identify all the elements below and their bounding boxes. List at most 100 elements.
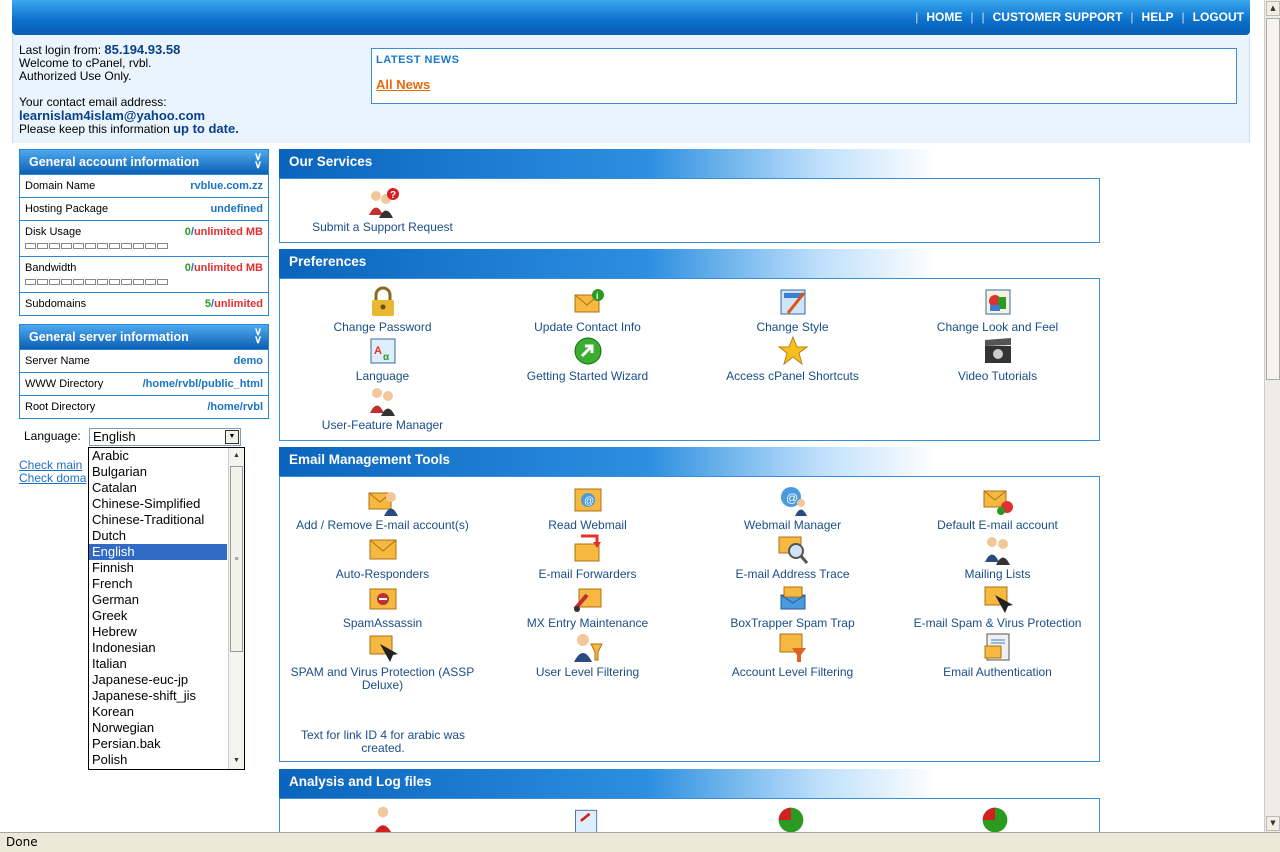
up-to-date-link[interactable]: up to date xyxy=(173,121,235,136)
update-contact-info-item[interactable]: i Update Contact Info xyxy=(485,285,690,334)
language-option[interactable]: Chinese-Simplified xyxy=(89,496,227,512)
default-email-icon xyxy=(983,490,1013,515)
language-option[interactable]: Italian xyxy=(89,656,227,672)
all-news-link[interactable]: All News xyxy=(376,77,430,92)
language-option[interactable]: Dutch xyxy=(89,528,227,544)
spamassassin-item[interactable]: SpamAssassin xyxy=(280,581,485,630)
disk-usage-bar xyxy=(25,243,168,249)
svg-text:A: A xyxy=(374,345,382,357)
submit-support-request-item[interactable]: ? Submit a Support Request xyxy=(280,185,485,234)
dropdown-arrow-icon[interactable]: ▼ xyxy=(225,430,239,444)
wizard-arrow-icon xyxy=(574,337,601,365)
add-remove-email-item[interactable]: Add / Remove E-mail account(s) xyxy=(280,483,485,532)
language-option[interactable]: French xyxy=(89,576,227,592)
account-level-filtering-item[interactable]: Account Level Filtering xyxy=(690,630,895,679)
language-option[interactable]: Korean xyxy=(89,704,227,720)
page-scroll-thumb[interactable] xyxy=(1266,18,1280,380)
last-login-label: Last login from: xyxy=(19,43,102,57)
language-option[interactable]: Catalan xyxy=(89,480,227,496)
scroll-up-arrow-icon[interactable]: ▲ xyxy=(229,448,244,464)
disk-row: Disk Usage 0/unlimited MB xyxy=(20,220,268,256)
email-forwarders-item[interactable]: E-mail Forwarders xyxy=(485,532,690,581)
pie-chart-icon[interactable] xyxy=(978,805,1012,832)
nav-logout-link[interactable]: LOGOUT xyxy=(1193,10,1244,24)
email-authentication-item[interactable]: Email Authentication xyxy=(895,630,1100,679)
webmail-manager-item[interactable]: @ Webmail Manager xyxy=(690,483,895,532)
log-report-icon[interactable] xyxy=(570,805,604,832)
server-name-row: Server Name demo xyxy=(20,349,268,372)
email-address-trace-item[interactable]: E-mail Address Trace xyxy=(690,532,895,581)
language-option-selected[interactable]: English xyxy=(89,544,227,560)
language-option[interactable]: Bulgarian xyxy=(89,464,227,480)
language-option[interactable]: Polish xyxy=(89,752,227,768)
language-option[interactable]: Japanese-shift_jis xyxy=(89,688,227,704)
change-style-item[interactable]: Change Style xyxy=(690,285,895,334)
page-scrollbar[interactable]: ▲ ▼ xyxy=(1264,0,1280,832)
language-option[interactable]: Hebrew xyxy=(89,624,227,640)
dropdown-scrollbar[interactable]: ▲ ≡ ▼ xyxy=(228,448,244,769)
envelope-info-icon: i xyxy=(574,289,604,313)
top-navigation-bar: | HOME | | CUSTOMER SUPPORT | HELP | LOG… xyxy=(12,0,1250,35)
scroll-down-arrow-icon[interactable]: ▼ xyxy=(1266,816,1280,831)
preferences-section: Preferences Change Password i Update Con… xyxy=(279,249,1100,441)
access-shortcuts-item[interactable]: Access cPanel Shortcuts xyxy=(690,334,895,383)
spam-virus-protection-item[interactable]: E-mail Spam & Virus Protection xyxy=(895,581,1100,630)
language-option[interactable]: Arabic xyxy=(89,448,227,464)
language-item[interactable]: Aα Language xyxy=(280,334,485,383)
scroll-thumb[interactable]: ≡ xyxy=(230,466,243,652)
services-section: Our Services ? Submit a Support Request xyxy=(279,149,1100,243)
mx-entry-item[interactable]: MX Entry Maintenance xyxy=(485,581,690,630)
language-dropdown-list[interactable]: Arabic Bulgarian Catalan Chinese-Simplif… xyxy=(88,447,245,770)
nav-home-link[interactable]: HOME xyxy=(926,10,962,24)
getting-started-wizard-item[interactable]: Getting Started Wizard xyxy=(485,334,690,383)
language-option[interactable]: Chinese-Traditional xyxy=(89,512,227,528)
mailing-lists-item[interactable]: Mailing Lists xyxy=(895,532,1100,581)
language-option[interactable]: Norwegian xyxy=(89,720,227,736)
language-option[interactable]: Japanese-euc-jp xyxy=(89,672,227,688)
star-icon xyxy=(777,335,808,366)
hosting-row: Hosting Package undefined xyxy=(20,197,268,220)
language-select[interactable]: English ▼ xyxy=(89,428,241,446)
boxtrapper-item[interactable]: BoxTrapper Spam Trap xyxy=(690,581,895,630)
browser-status-bar: Done xyxy=(0,832,1280,852)
nav-help-link[interactable]: HELP xyxy=(1142,10,1174,24)
language-option[interactable]: Greek xyxy=(89,608,227,624)
subdomains-row: Subdomains 5/unlimited xyxy=(20,292,268,315)
account-info-header[interactable]: General account information ∨ ∨ xyxy=(20,150,268,174)
user-feature-manager-item[interactable]: User-Feature Manager xyxy=(280,383,485,432)
default-email-item[interactable]: Default E-mail account xyxy=(895,483,1100,532)
scroll-down-arrow-icon[interactable]: ▼ xyxy=(229,753,244,769)
check-domain-link[interactable]: Check doma xyxy=(19,472,86,485)
assp-deluxe-item[interactable]: SPAM and Virus Protection (ASSP Deluxe) xyxy=(280,630,485,692)
auto-responders-item[interactable]: Auto-Responders xyxy=(280,532,485,581)
nav-customer-support-link[interactable]: CUSTOMER SUPPORT xyxy=(993,10,1123,24)
server-info-panel: General server information ∨ ∨ Server Nam… xyxy=(19,324,269,419)
language-option[interactable]: Indonesian xyxy=(89,640,227,656)
svg-text:@: @ xyxy=(584,496,594,507)
language-option[interactable]: Finnish xyxy=(89,560,227,576)
email-account-icon xyxy=(368,492,398,516)
user-level-filtering-item[interactable]: User Level Filtering xyxy=(485,630,690,679)
read-webmail-item[interactable]: @ Read Webmail xyxy=(485,483,690,532)
preferences-box: Change Password i Update Contact Info Ch… xyxy=(279,278,1100,441)
change-look-feel-item[interactable]: Change Look and Feel xyxy=(895,285,1100,334)
language-option[interactable]: Persian.bak xyxy=(89,736,227,752)
scroll-up-arrow-icon[interactable]: ▲ xyxy=(1266,1,1280,16)
server-info-header[interactable]: General server information ∨ ∨ xyxy=(20,325,268,349)
hosting-value: undefined xyxy=(210,203,263,215)
collapse-chevron-icon[interactable]: ∨ ∨ xyxy=(254,327,262,346)
change-password-item[interactable]: Change Password xyxy=(280,285,485,334)
browser-viewport: | HOME | | CUSTOMER SUPPORT | HELP | LOG… xyxy=(0,0,1264,832)
keep-text: Please keep this information xyxy=(19,122,170,136)
spamassassin-icon xyxy=(369,588,396,610)
user-icon[interactable] xyxy=(366,805,400,832)
language-icon: Aα xyxy=(370,338,395,364)
domain-row: Domain Name rvblue.com.zz xyxy=(20,174,268,197)
pie-chart-icon[interactable] xyxy=(774,805,808,832)
language-options: Arabic Bulgarian Catalan Chinese-Simplif… xyxy=(89,448,244,768)
language-option[interactable]: German xyxy=(89,592,227,608)
video-tutorials-item[interactable]: Video Tutorials xyxy=(895,334,1100,383)
email-tools-section: Email Management Tools Add / Remove E-ma… xyxy=(279,447,1100,762)
collapse-chevron-icon[interactable]: ∨ ∨ xyxy=(254,152,262,171)
account-info-title: General account information xyxy=(29,155,200,169)
